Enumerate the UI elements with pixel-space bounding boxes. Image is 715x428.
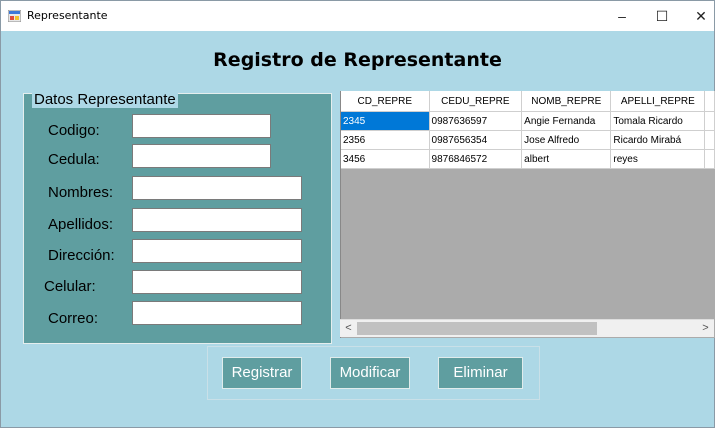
window-title: Representante (27, 9, 108, 22)
grid-horizontal-scrollbar[interactable]: < > (340, 319, 714, 337)
direccion-input[interactable] (133, 240, 301, 262)
celular-label: Celular: (44, 278, 96, 295)
grid-cell[interactable]: 9876846572 (429, 149, 523, 169)
column-header[interactable]: APELLI_REPRE (610, 91, 706, 112)
registrar-button[interactable]: Registrar (222, 357, 302, 389)
grid-cell[interactable]: Jose Alfredo (521, 130, 612, 150)
maximize-button[interactable]: ☐ (643, 1, 681, 31)
nombres-field[interactable] (132, 176, 302, 200)
codigo-label: Codigo: (48, 122, 100, 139)
actions-panel: Registrar Modificar Eliminar (207, 346, 540, 400)
form-client-area: Registro de Representante Datos Represen… (1, 31, 715, 427)
apellidos-input[interactable] (133, 209, 301, 231)
column-header-overflow (704, 91, 715, 112)
grid-cell[interactable] (704, 130, 715, 150)
grid-cell[interactable]: Angie Fernanda (521, 111, 612, 131)
cedula-field[interactable] (132, 144, 271, 168)
cedula-label: Cedula: (48, 151, 100, 168)
celular-field[interactable] (132, 270, 302, 294)
group-title: Datos Representante (32, 91, 178, 108)
datos-representante-group: Datos Representante Codigo: Cedula: Nomb… (23, 91, 332, 344)
form-heading: Registro de Representante (213, 49, 502, 71)
representantes-grid[interactable]: CD_REPRE CEDU_REPRE NOMB_REPRE APELLI_RE… (340, 91, 715, 338)
app-icon (8, 10, 21, 22)
scroll-left-icon[interactable]: < (340, 320, 357, 337)
grid-header-row: CD_REPRE CEDU_REPRE NOMB_REPRE APELLI_RE… (341, 91, 715, 112)
grid-cell[interactable]: albert (521, 149, 612, 169)
grid-cell[interactable]: 0987636597 (429, 111, 523, 131)
close-button[interactable]: ✕ (682, 1, 715, 31)
grid-table: CD_REPRE CEDU_REPRE NOMB_REPRE APELLI_RE… (341, 91, 715, 169)
direccion-label: Dirección: (48, 247, 115, 264)
codigo-input[interactable] (133, 115, 270, 137)
grid-cell[interactable]: 2356 (341, 130, 430, 150)
grid-cell[interactable]: 3456 (341, 149, 430, 169)
grid-cell-selected[interactable]: 2345 (341, 111, 430, 131)
column-header[interactable]: CD_REPRE (341, 91, 430, 112)
codigo-field[interactable] (132, 114, 271, 138)
nombres-label: Nombres: (48, 184, 114, 201)
table-row[interactable]: 2356 0987656354 Jose Alfredo Ricardo Mir… (341, 130, 715, 150)
apellidos-field[interactable] (132, 208, 302, 232)
scrollbar-thumb[interactable] (357, 322, 597, 335)
eliminar-button[interactable]: Eliminar (438, 357, 523, 389)
celular-input[interactable] (133, 271, 301, 293)
correo-input[interactable] (133, 302, 301, 324)
title-bar[interactable]: Representante – ☐ ✕ (1, 1, 714, 31)
grid-cell[interactable]: reyes (610, 149, 706, 169)
column-header[interactable]: NOMB_REPRE (521, 91, 612, 112)
grid-cell[interactable]: Tomala Ricardo (610, 111, 706, 131)
cedula-input[interactable] (133, 145, 270, 167)
minimize-button[interactable]: – (603, 1, 641, 31)
correo-field[interactable] (132, 301, 302, 325)
column-header[interactable]: CEDU_REPRE (429, 91, 523, 112)
direccion-field[interactable] (132, 239, 302, 263)
correo-label: Correo: (48, 310, 99, 327)
grid-cell[interactable]: 0987656354 (429, 130, 523, 150)
apellidos-label: Apellidos: (48, 216, 114, 233)
table-row[interactable]: 2345 0987636597 Angie Fernanda Tomala Ri… (341, 111, 715, 131)
table-row[interactable]: 3456 9876846572 albert reyes (341, 149, 715, 169)
grid-cell[interactable] (704, 111, 715, 131)
modificar-button[interactable]: Modificar (330, 357, 410, 389)
representante-window: Representante – ☐ ✕ Registro de Represen… (0, 0, 715, 428)
grid-cell[interactable] (704, 149, 715, 169)
nombres-input[interactable] (133, 177, 301, 199)
grid-cell[interactable]: Ricardo Mirabá (610, 130, 706, 150)
scroll-right-icon[interactable]: > (697, 320, 714, 337)
